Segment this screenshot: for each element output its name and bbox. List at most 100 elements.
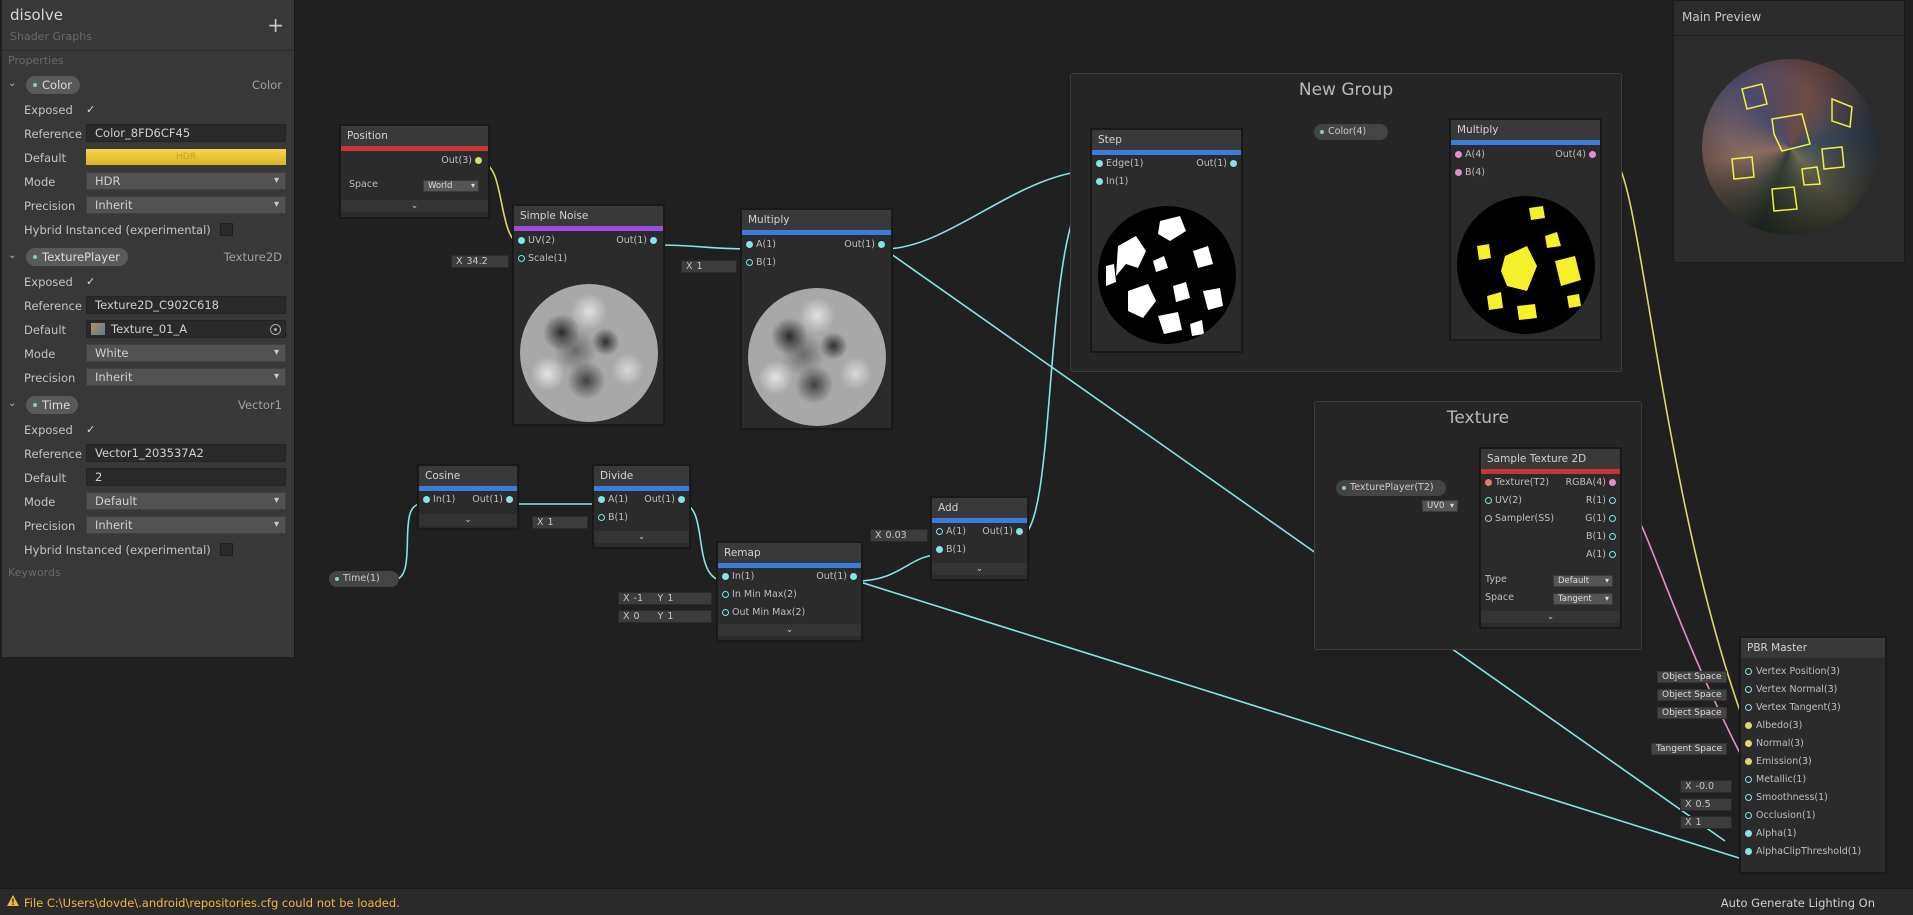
type-dropdown[interactable]: Default bbox=[1553, 575, 1613, 587]
chevron-down-icon[interactable]: ⌄ bbox=[594, 531, 689, 543]
property-header-color[interactable]: ⌄ Color Color bbox=[2, 74, 294, 96]
port-dot-icon[interactable] bbox=[1745, 758, 1752, 765]
node-title[interactable]: Remap bbox=[718, 543, 861, 568]
in-min-max-input[interactable]: X -1 Y 1 bbox=[618, 592, 712, 605]
node-title[interactable]: Add bbox=[932, 498, 1027, 523]
pbr-input-port[interactable]: Vertex Position(3) bbox=[1745, 665, 1840, 679]
node-title[interactable]: Simple Noise bbox=[514, 206, 663, 231]
input-port-a[interactable]: A(1) bbox=[936, 525, 966, 539]
in-max-value[interactable]: 1 bbox=[667, 593, 673, 604]
node-remap[interactable]: Remap In(1) In Min Max(2) Out Min Max(2)… bbox=[717, 542, 862, 641]
port-dot-icon[interactable] bbox=[1230, 160, 1237, 167]
output-port-a[interactable]: A(1) bbox=[1586, 548, 1616, 562]
port-dot-icon[interactable] bbox=[1609, 515, 1616, 522]
input-port-edge[interactable]: Edge(1) bbox=[1096, 157, 1143, 171]
divide-b-input[interactable]: X1 bbox=[532, 516, 588, 529]
output-port[interactable]: Out(1) bbox=[982, 525, 1023, 539]
occlusion-value[interactable]: 1 bbox=[1696, 817, 1702, 828]
input-port-b[interactable]: B(4) bbox=[1455, 166, 1485, 180]
pbr-input-port[interactable]: Vertex Tangent(3) bbox=[1745, 701, 1841, 715]
space-tag-vertex-tangent[interactable]: Object Space bbox=[1657, 707, 1727, 719]
chevron-down-icon[interactable]: ⌄ bbox=[8, 250, 16, 261]
space-tag-vertex-normal[interactable]: Object Space bbox=[1657, 689, 1727, 701]
port-dot-icon[interactable] bbox=[1485, 479, 1492, 486]
port-dot-icon[interactable] bbox=[598, 496, 605, 503]
node-cosine[interactable]: Cosine In(1) Out(1) ⌄ bbox=[418, 465, 518, 529]
port-dot-icon[interactable] bbox=[1609, 479, 1616, 486]
uv-channel-dropdown[interactable]: UV0 bbox=[1422, 500, 1458, 512]
metallic-input[interactable]: X -0.0 bbox=[1680, 780, 1732, 793]
out-min-max-input[interactable]: X0Y1 bbox=[618, 610, 712, 623]
occlusion-input[interactable]: X1 bbox=[1680, 816, 1732, 829]
out-min-value[interactable]: 0 bbox=[634, 611, 654, 622]
space-dropdown[interactable]: World bbox=[423, 180, 479, 192]
port-dot-icon[interactable] bbox=[475, 157, 482, 164]
node-pbr-master[interactable]: PBR Master Vertex Position(3) Vertex Norm… bbox=[1740, 637, 1886, 873]
port-dot-icon[interactable] bbox=[1745, 686, 1752, 693]
add-property-button[interactable]: + bbox=[267, 15, 284, 35]
b-value[interactable]: 1 bbox=[548, 517, 554, 528]
chevron-down-icon[interactable]: ⌄ bbox=[1481, 611, 1620, 623]
group-title[interactable]: New Group bbox=[1071, 80, 1621, 100]
scale-input[interactable]: X 34.2 bbox=[451, 255, 509, 268]
node-add[interactable]: Add A(1) B(1) Out(1) ⌄ bbox=[931, 497, 1028, 580]
node-multiply-2[interactable]: Multiply A(4) B(4) Out(4) bbox=[1450, 119, 1601, 340]
port-dot-icon[interactable] bbox=[678, 496, 685, 503]
port-dot-icon[interactable] bbox=[1745, 812, 1752, 819]
scale-value[interactable]: 34.2 bbox=[467, 256, 488, 267]
pbr-input-port[interactable]: Metallic(1) bbox=[1745, 773, 1806, 787]
port-dot-icon[interactable] bbox=[1609, 497, 1616, 504]
output-port[interactable]: Out(1) bbox=[1196, 157, 1237, 171]
main-preview-window[interactable]: Main Preview bbox=[1673, 0, 1905, 263]
add-a-input[interactable]: X 0.03 bbox=[870, 529, 928, 542]
port-dot-icon[interactable] bbox=[1455, 169, 1462, 176]
property-pill-textureplayer[interactable]: TexturePlayer bbox=[26, 248, 128, 266]
port-dot-icon[interactable] bbox=[518, 237, 525, 244]
port-dot-icon[interactable] bbox=[1485, 497, 1492, 504]
property-node-textureplayer[interactable]: TexturePlayer(T2) bbox=[1336, 480, 1446, 496]
chevron-down-icon[interactable]: ⌄ bbox=[419, 514, 517, 526]
node-title[interactable]: Step bbox=[1092, 130, 1241, 155]
port-dot-icon[interactable] bbox=[1016, 528, 1023, 535]
port-dot-icon[interactable] bbox=[722, 609, 729, 616]
precision-dropdown[interactable]: Inherit bbox=[86, 516, 286, 534]
port-dot-icon[interactable] bbox=[878, 241, 885, 248]
mode-dropdown[interactable]: Default bbox=[86, 492, 286, 510]
port-dot-icon[interactable] bbox=[936, 528, 943, 535]
input-port-b[interactable]: B(1) bbox=[936, 543, 966, 557]
node-step[interactable]: Step Edge(1) In(1) Out(1) bbox=[1091, 129, 1242, 352]
out-max-value[interactable]: 1 bbox=[667, 611, 673, 622]
object-picker-icon[interactable] bbox=[270, 324, 281, 335]
port-dot-icon[interactable] bbox=[518, 255, 525, 262]
node-title[interactable]: Sample Texture 2D bbox=[1481, 449, 1620, 474]
input-port-in[interactable]: In(1) bbox=[1096, 175, 1128, 189]
exposed-checkbox[interactable]: ✓ bbox=[86, 103, 95, 116]
port-dot-icon[interactable] bbox=[598, 514, 605, 521]
property-node-color[interactable]: Color(4) bbox=[1314, 124, 1388, 140]
output-port[interactable]: Out(1) bbox=[616, 234, 657, 248]
property-header-textureplayer[interactable]: ⌄ TexturePlayer Texture2D bbox=[2, 246, 294, 268]
reference-field[interactable]: Color_8FD6CF45 bbox=[86, 124, 286, 142]
node-title[interactable]: Multiply bbox=[1451, 120, 1600, 145]
node-multiply-1[interactable]: Multiply A(1) B(1) Out(1) bbox=[741, 209, 892, 429]
port-dot-icon[interactable] bbox=[1096, 160, 1103, 167]
node-position[interactable]: Position Out(3) Space World ⌄ bbox=[340, 125, 489, 218]
default-value-field[interactable]: 2 bbox=[86, 468, 286, 486]
port-dot-icon[interactable] bbox=[1745, 740, 1752, 747]
pbr-input-port[interactable]: Alpha(1) bbox=[1745, 827, 1796, 841]
multiply-b-input[interactable]: X1 bbox=[681, 260, 737, 273]
input-port-in[interactable]: In(1) bbox=[722, 570, 754, 584]
exposed-checkbox[interactable]: ✓ bbox=[86, 275, 95, 288]
port-dot-icon[interactable] bbox=[1485, 515, 1492, 522]
chevron-down-icon[interactable]: ⌄ bbox=[8, 398, 16, 409]
port-dot-icon[interactable] bbox=[722, 591, 729, 598]
input-port-texture[interactable]: Texture(T2) bbox=[1485, 476, 1549, 490]
chevron-down-icon[interactable]: ⌄ bbox=[341, 200, 488, 212]
mode-dropdown[interactable]: White bbox=[86, 344, 286, 362]
input-port-uv[interactable]: UV(2) bbox=[518, 234, 555, 248]
b-value[interactable]: 1 bbox=[697, 261, 703, 272]
port-dot-icon[interactable] bbox=[423, 496, 430, 503]
port-dot-icon[interactable] bbox=[1096, 178, 1103, 185]
port-dot-icon[interactable] bbox=[746, 241, 753, 248]
port-dot-icon[interactable] bbox=[746, 259, 753, 266]
